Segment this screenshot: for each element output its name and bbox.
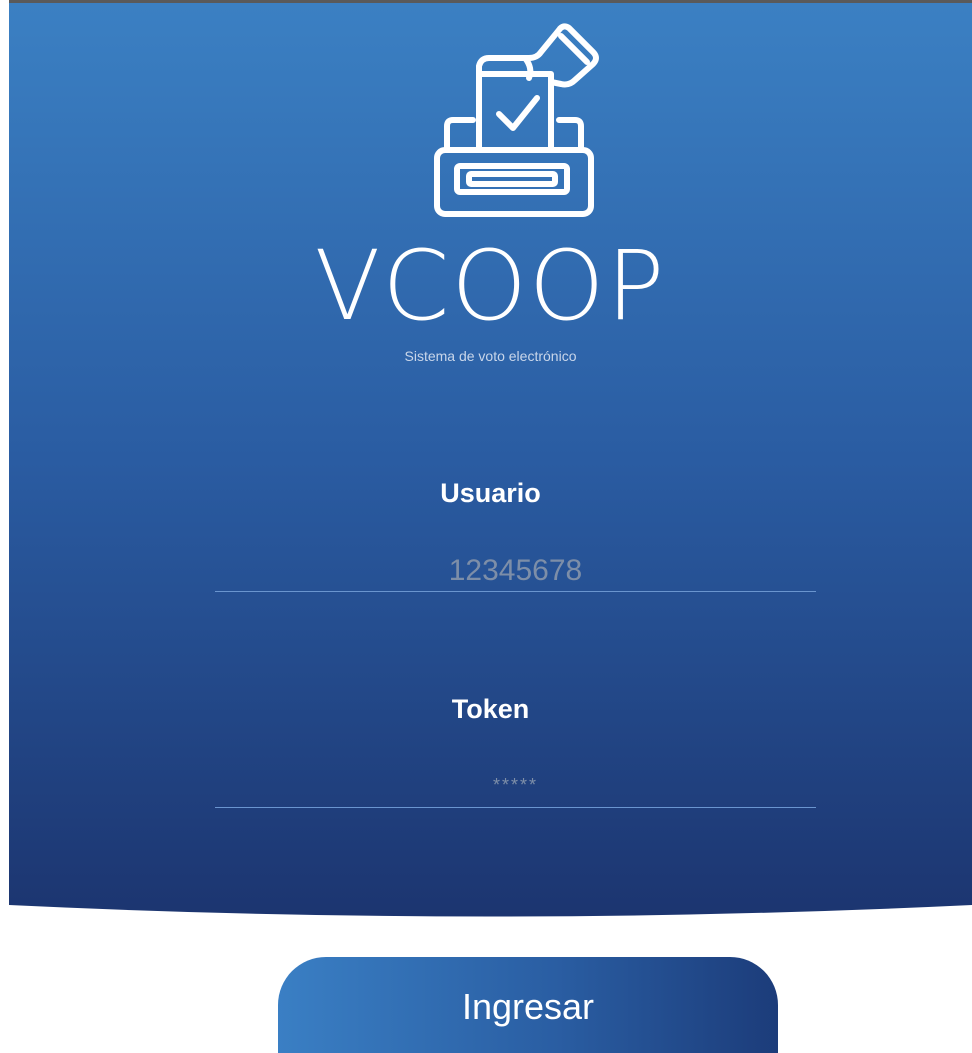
user-label: Usuario: [440, 478, 541, 508]
token-label: Token: [451, 694, 530, 724]
login-hero-panel: VCOOP Sistema de voto electrónico Usuari…: [9, 3, 972, 920]
login-page: VCOOP Sistema de voto electrónico Usuari…: [0, 0, 972, 1053]
window-left-gutter: [0, 0, 9, 1053]
ballot-box-icon: [434, 23, 599, 217]
token-input[interactable]: [215, 763, 816, 808]
brand-tagline: Sistema de voto electrónico: [404, 348, 577, 364]
user-input[interactable]: [215, 551, 816, 592]
brand-name: VCOOP: [314, 230, 667, 342]
login-submit-button[interactable]: Ingresar: [278, 957, 778, 1053]
